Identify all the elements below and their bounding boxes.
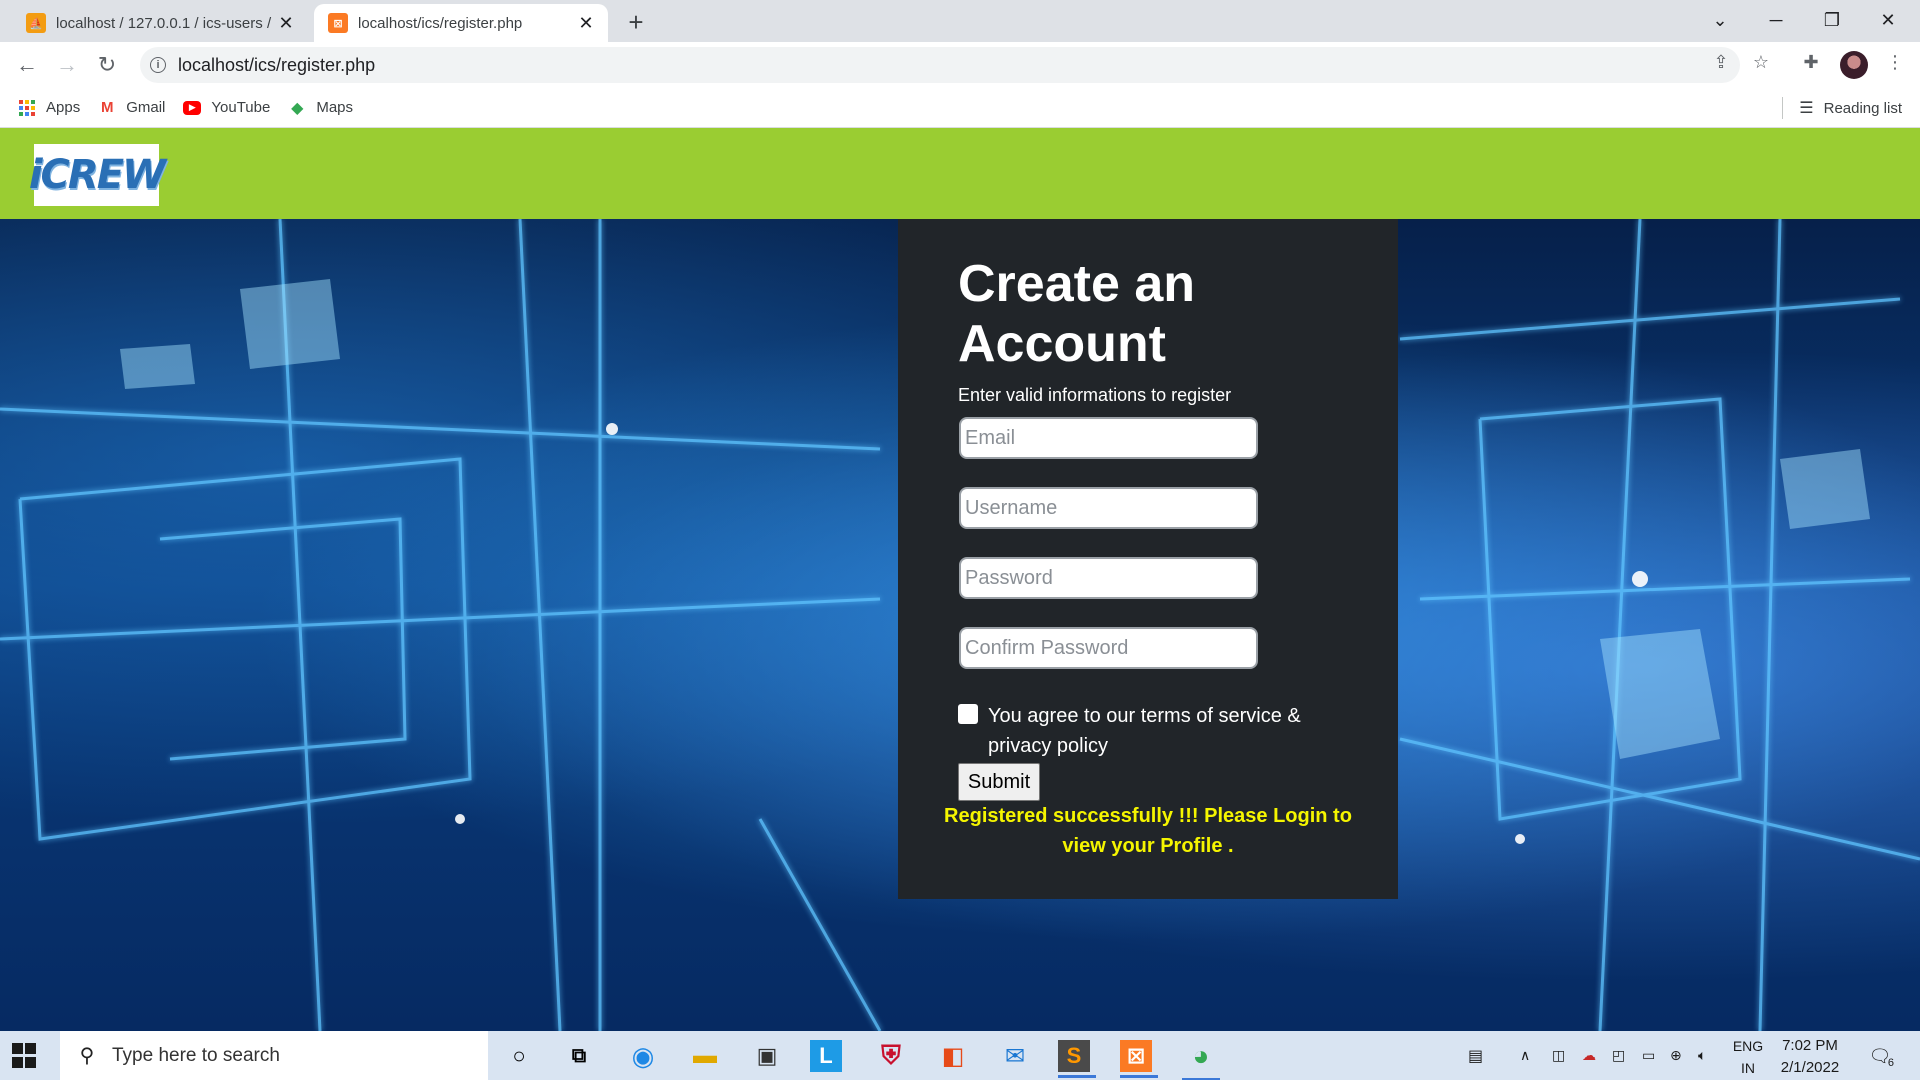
taskbar-search-placeholder: Type here to search bbox=[112, 1044, 280, 1066]
page-title: Create an Account bbox=[958, 255, 1195, 373]
volume-icon[interactable]: 🔈︎ bbox=[1698, 1031, 1706, 1080]
task-view-icon[interactable]: ⧉ bbox=[560, 1037, 598, 1075]
tab-title: localhost / 127.0.0.1 / ics-users / bbox=[56, 14, 272, 32]
sublime-text-icon[interactable]: S bbox=[1058, 1040, 1096, 1078]
url-text[interactable]: localhost/ics/register.php bbox=[178, 55, 375, 76]
bookmark-label: Gmail bbox=[126, 99, 166, 116]
tab-phpmyadmin[interactable]: ⛵ localhost / 127.0.0.1 / ics-users / ✕ bbox=[12, 4, 308, 42]
reload-icon[interactable]: ↻ bbox=[92, 50, 122, 80]
notifications-icon[interactable]: 🗨︎ 6 bbox=[1866, 1043, 1894, 1070]
notification-count: 6 bbox=[1887, 1057, 1894, 1069]
username-field[interactable]: Username bbox=[959, 487, 1258, 529]
confirm-password-field[interactable]: Confirm Password bbox=[959, 627, 1258, 669]
site-logo[interactable]: iCREW bbox=[29, 144, 166, 206]
submit-button[interactable]: Submit bbox=[958, 763, 1040, 801]
username-placeholder: Username bbox=[965, 496, 1058, 519]
tab-title: localhost/ics/register.php bbox=[358, 14, 523, 32]
site-header: iCREW bbox=[0, 128, 1920, 219]
close-icon[interactable]: ✕ bbox=[274, 11, 298, 35]
clock[interactable]: 7:02 PM 2/1/2022 bbox=[1770, 1035, 1850, 1079]
edge-icon[interactable]: ◉ bbox=[624, 1037, 662, 1075]
close-icon[interactable]: ✕ bbox=[574, 11, 598, 35]
back-icon[interactable]: ← bbox=[12, 50, 42, 80]
clock-date: 2/1/2022 bbox=[1780, 1059, 1840, 1076]
windows-taskbar: ⚲ Type here to search ○ ⧉ ◉ ▬ ▣ L ⛨ ◧ ✉ … bbox=[0, 1031, 1920, 1080]
cloud-sync-icon[interactable]: ☁ bbox=[1582, 1031, 1596, 1080]
profile-avatar[interactable] bbox=[1840, 51, 1868, 79]
apps-grid-icon bbox=[18, 99, 36, 117]
xampp-icon: ⊠ bbox=[328, 13, 348, 33]
taskbar-search[interactable]: ⚲ Type here to search bbox=[60, 1031, 488, 1080]
bookmark-maps[interactable]: ◆ Maps bbox=[288, 99, 353, 117]
confirm-password-placeholder: Confirm Password bbox=[965, 636, 1129, 659]
browser-tabbar: ⛵ localhost / 127.0.0.1 / ics-users / ✕ … bbox=[0, 0, 1920, 42]
store-icon[interactable]: ▣ bbox=[748, 1037, 786, 1075]
mcafee-icon[interactable]: ⛨ bbox=[872, 1037, 910, 1075]
language-region: IN bbox=[1741, 1060, 1755, 1076]
bookmark-star-icon[interactable]: ☆ bbox=[1746, 47, 1776, 77]
email-field[interactable]: Email bbox=[959, 417, 1258, 459]
password-placeholder: Password bbox=[965, 566, 1053, 589]
taskbar-news-icon[interactable]: ▤ bbox=[1468, 1031, 1483, 1080]
forward-icon[interactable]: → bbox=[52, 50, 82, 80]
l-app-icon[interactable]: L bbox=[810, 1040, 842, 1072]
battery-icon[interactable]: ▭ bbox=[1642, 1031, 1655, 1080]
network-icon[interactable]: ⊕ bbox=[1670, 1031, 1682, 1080]
bookmark-youtube[interactable]: ▶ YouTube bbox=[183, 99, 270, 116]
restore-icon[interactable]: ❐ bbox=[1804, 4, 1860, 36]
divider bbox=[1782, 97, 1784, 119]
gmail-icon: M bbox=[100, 99, 114, 116]
chrome-icon[interactable]: ◕ bbox=[1182, 1037, 1220, 1080]
language-code: ENG bbox=[1732, 1038, 1764, 1054]
success-message: Registered successfully !!! Please Login… bbox=[944, 805, 1352, 857]
menu-icon[interactable]: ⋮ bbox=[1880, 47, 1910, 77]
tab-register[interactable]: ⊠ localhost/ics/register.php ✕ bbox=[314, 4, 608, 42]
address-bar[interactable]: i localhost/ics/register.php bbox=[140, 47, 1740, 83]
terms-row: You agree to our terms of service & priv… bbox=[958, 701, 1338, 761]
close-window-icon[interactable]: ✕ bbox=[1860, 4, 1916, 36]
meet-icon[interactable]: ◫ bbox=[1552, 1031, 1565, 1080]
reading-list-label: Reading list bbox=[1823, 99, 1902, 117]
youtube-icon: ▶ bbox=[183, 100, 202, 115]
mail-icon[interactable]: ✉ bbox=[996, 1037, 1034, 1075]
search-icon: ⚲ bbox=[79, 1045, 95, 1067]
bookmark-gmail[interactable]: M Gmail bbox=[98, 99, 165, 117]
register-form: Create an Account Enter valid informatio… bbox=[898, 219, 1398, 899]
show-hidden-icons-icon[interactable]: ∧ bbox=[1520, 1031, 1530, 1080]
security-icon[interactable]: ◰ bbox=[1612, 1031, 1625, 1080]
bookmark-label: Apps bbox=[46, 99, 81, 116]
tab-search-icon[interactable]: ⌄ bbox=[1692, 4, 1748, 36]
bookmarks-bar: Apps M Gmail ▶ YouTube ◆ Maps ☰ Reading … bbox=[0, 88, 1920, 128]
terms-label: You agree to our terms of service & priv… bbox=[988, 705, 1301, 757]
logo-text: iCREW bbox=[28, 152, 166, 198]
file-explorer-icon[interactable]: ▬ bbox=[686, 1037, 724, 1075]
password-field[interactable]: Password bbox=[959, 557, 1258, 599]
browser-toolbar: ← → ↻ i localhost/ics/register.php ⇪ ☆ ✚… bbox=[0, 42, 1920, 88]
xampp-icon[interactable]: ⊠ bbox=[1120, 1040, 1158, 1078]
reading-list-button[interactable]: ☰ Reading list bbox=[1782, 88, 1902, 128]
bookmark-apps[interactable]: Apps bbox=[18, 99, 80, 117]
minimize-icon[interactable]: ─ bbox=[1748, 4, 1804, 36]
site-info-icon[interactable]: i bbox=[150, 57, 166, 73]
terms-checkbox[interactable] bbox=[958, 704, 978, 724]
extensions-icon[interactable]: ✚ bbox=[1796, 47, 1826, 77]
office-icon[interactable]: ◧ bbox=[934, 1037, 972, 1075]
share-icon[interactable]: ⇪ bbox=[1706, 47, 1736, 77]
cortana-icon[interactable]: ○ bbox=[500, 1037, 538, 1075]
bookmark-label: Maps bbox=[316, 99, 354, 116]
language-indicator[interactable]: ENG IN bbox=[1730, 1035, 1766, 1079]
email-placeholder: Email bbox=[965, 426, 1016, 449]
new-tab-button[interactable]: + bbox=[622, 7, 650, 37]
bookmark-label: YouTube bbox=[211, 99, 271, 116]
phpmyadmin-icon: ⛵ bbox=[26, 13, 46, 33]
clock-time: 7:02 PM bbox=[1782, 1037, 1838, 1054]
form-subtitle: Enter valid informations to register bbox=[958, 385, 1232, 405]
windows-start-icon[interactable] bbox=[12, 1043, 38, 1069]
reading-list-icon: ☰ bbox=[1799, 100, 1814, 117]
maps-icon: ◆ bbox=[291, 99, 304, 117]
